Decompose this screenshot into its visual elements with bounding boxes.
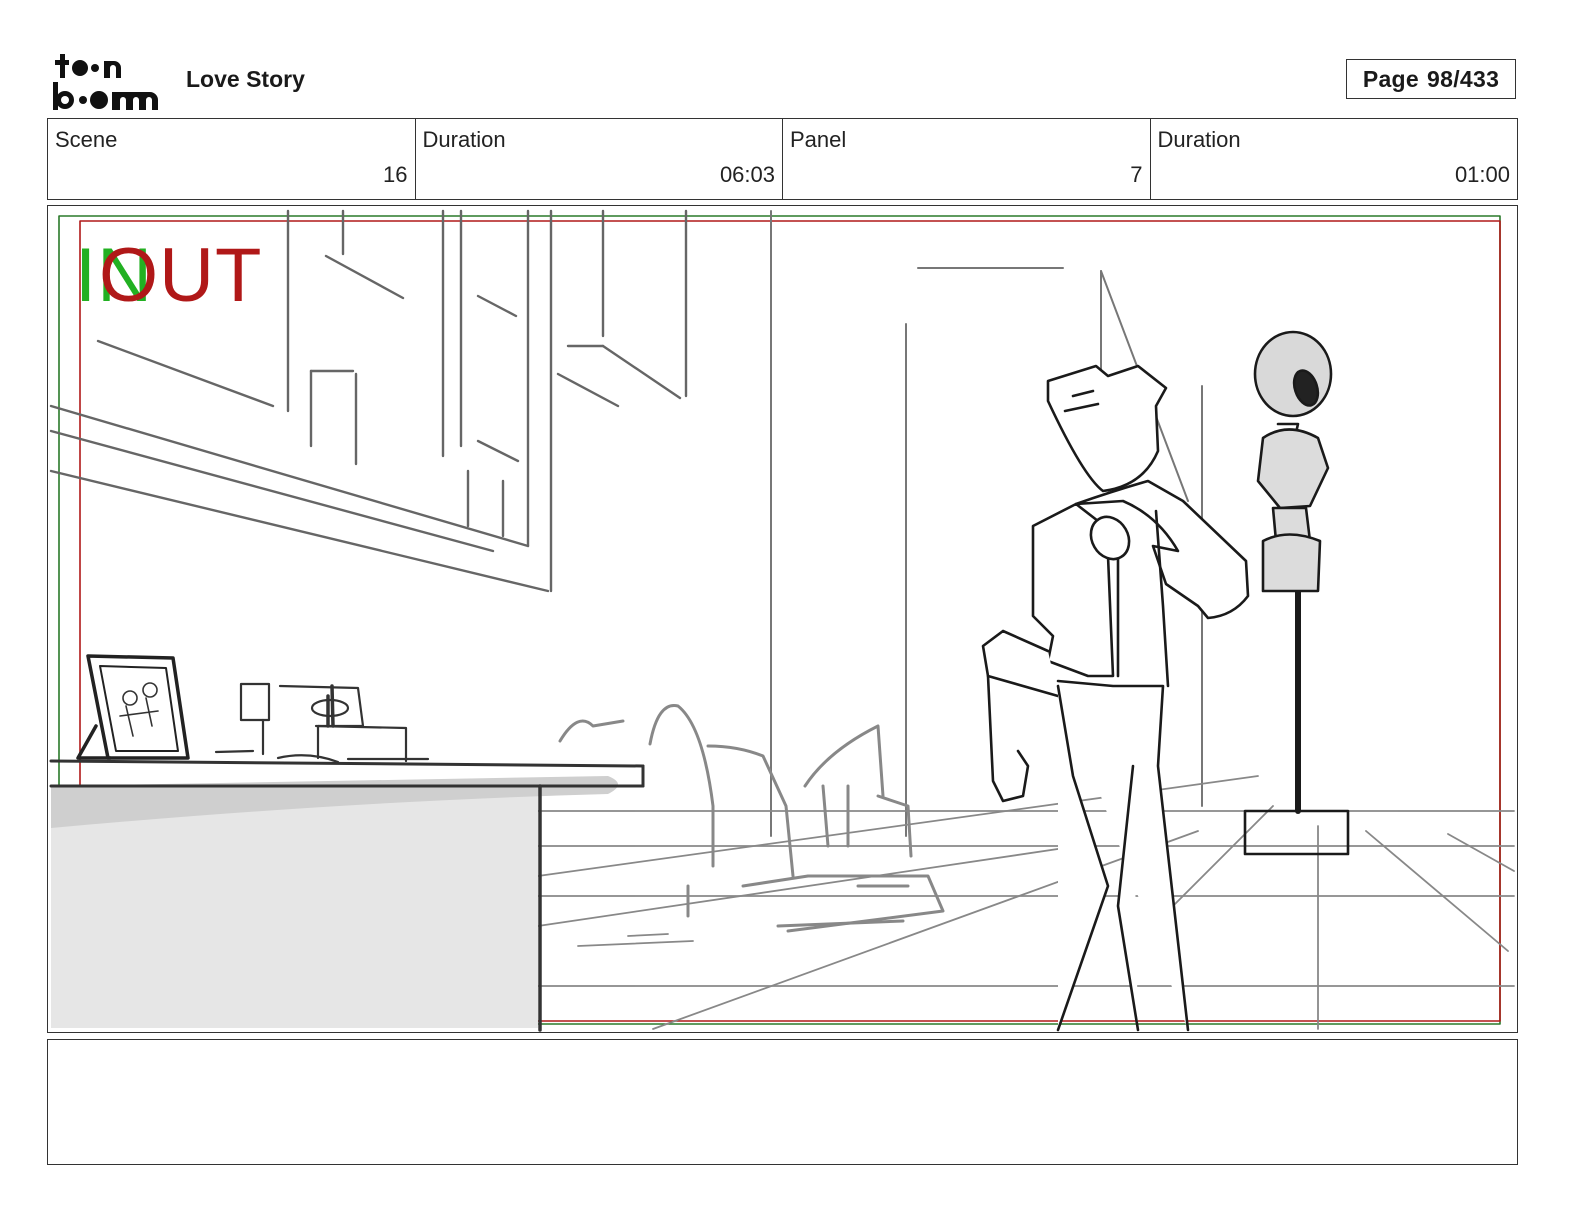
page-number: 98/433 bbox=[1427, 65, 1500, 92]
panel-duration-cell: Duration 01:00 bbox=[1151, 119, 1518, 199]
panel-value: 7 bbox=[1130, 162, 1143, 187]
out-marker: OUT bbox=[99, 233, 263, 318]
scene-duration-value: 06:03 bbox=[719, 162, 775, 187]
panel-duration-value: 01:00 bbox=[1454, 162, 1510, 187]
project-title: Love Story bbox=[186, 66, 305, 92]
scene-cell: Scene 16 bbox=[48, 119, 416, 199]
panel-duration-label: Duration bbox=[1157, 127, 1241, 152]
scene-label: Scene bbox=[55, 127, 118, 152]
panel-cell: Panel 7 bbox=[783, 119, 1151, 199]
scene-duration-cell: Duration 06:03 bbox=[416, 119, 783, 199]
panel-notes-box bbox=[47, 1039, 1518, 1165]
storyboard-panel-image: IN OUT bbox=[47, 205, 1518, 1033]
panel-info-row: Scene 16 Duration 06:03 Panel 7 Duration… bbox=[47, 118, 1518, 200]
page-label: Page bbox=[1362, 65, 1420, 92]
panel-label: Panel bbox=[790, 127, 847, 152]
scene-duration-label: Duration bbox=[422, 127, 506, 152]
page-indicator: Page 98/433 bbox=[1346, 59, 1516, 99]
scene-value: 16 bbox=[383, 162, 408, 187]
toon-boom-logo bbox=[53, 54, 158, 110]
storyboard-sketch bbox=[49, 209, 1515, 1032]
